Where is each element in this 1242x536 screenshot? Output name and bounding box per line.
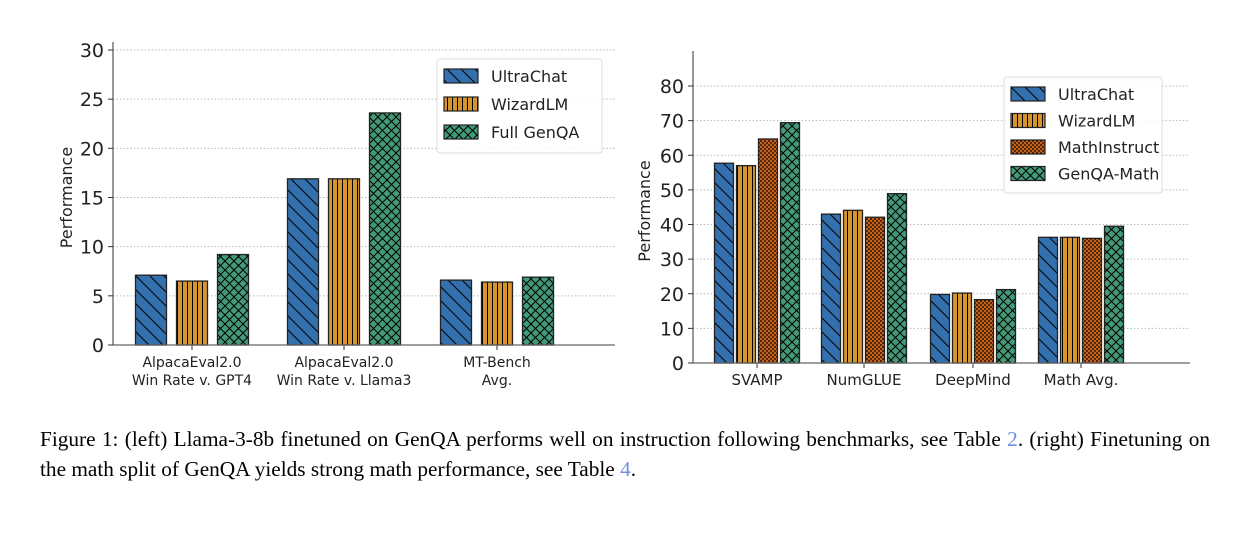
- y-tick-label: 20: [660, 284, 684, 306]
- y-tick-label: 30: [80, 40, 104, 62]
- legend-swatch-hatch: [1010, 165, 1046, 182]
- bar-hatch: [951, 292, 973, 364]
- legend-swatch-hatch: [443, 96, 479, 112]
- legend-label: MathInstruct: [1058, 138, 1159, 157]
- bar-hatch: [327, 178, 361, 346]
- legend-swatch-hatch: [1010, 112, 1046, 129]
- bar-hatch: [995, 288, 1017, 364]
- bar-hatch: [1059, 236, 1081, 364]
- legend: UltraChat WizardLM Full GenQA: [436, 58, 603, 154]
- y-tick-label: 70: [660, 111, 684, 133]
- y-tick-label: 10: [80, 237, 104, 259]
- legend-swatch-hatch: [443, 68, 479, 84]
- x-tick-label: SVAMP: [731, 371, 782, 389]
- y-tick-label: 40: [660, 215, 684, 237]
- legend-label: WizardLM: [491, 95, 568, 114]
- x-tick-label: AlpacaEval2.0: [294, 355, 393, 371]
- legend-swatch-hatch: [1010, 139, 1046, 155]
- x-tick-label: NumGLUE: [826, 371, 901, 389]
- caption-text-3: .: [630, 457, 637, 481]
- y-tick-label: 60: [660, 145, 684, 167]
- y-tick-label: 10: [660, 318, 684, 340]
- legend-label: UltraChat: [1058, 85, 1134, 104]
- table-ref-link[interactable]: 4: [620, 457, 631, 481]
- bar-hatch: [757, 138, 779, 364]
- x-tick-label: Win Rate v. Llama3: [277, 373, 412, 389]
- y-tick-label: 50: [660, 180, 684, 202]
- legend-label: UltraChat: [491, 67, 567, 86]
- x-tick-label: Win Rate v. GPT4: [132, 373, 252, 389]
- bar-hatch: [1037, 236, 1059, 364]
- y-tick-label: 0: [92, 335, 104, 357]
- bar-hatch: [134, 274, 168, 346]
- x-tick-label: DeepMind: [935, 371, 1011, 389]
- bar-hatch: [735, 164, 757, 364]
- y-tick-label: 15: [80, 188, 104, 210]
- caption-text-1: Figure 1: (left) Llama-3-8b finetuned on…: [40, 427, 1008, 451]
- bar-hatch: [1103, 225, 1125, 364]
- figure-caption: Figure 1: (left) Llama-3-8b finetuned on…: [40, 424, 1210, 484]
- table-ref-link[interactable]: 2: [1007, 427, 1018, 451]
- x-tick-label: Avg.: [482, 373, 512, 389]
- y-tick-label: 20: [80, 138, 104, 160]
- bar-hatch: [368, 112, 402, 346]
- bar-hatch: [439, 279, 473, 346]
- bar-hatch: [175, 280, 209, 346]
- legend-label: WizardLM: [1058, 112, 1135, 131]
- bar-hatch: [820, 213, 842, 364]
- bar-hatch: [216, 253, 250, 346]
- legend: UltraChat WizardLM MathInstruct GenQA-Math: [1003, 76, 1163, 194]
- y-axis-label: Performance: [57, 147, 76, 248]
- legend-label: Full GenQA: [491, 123, 579, 142]
- bar-hatch: [713, 162, 735, 364]
- bar-hatch: [480, 281, 514, 346]
- legend-swatch-hatch: [1010, 86, 1046, 102]
- y-tick-label: 30: [660, 249, 684, 271]
- bar-hatch: [973, 298, 995, 364]
- figure-charts: 0 5 10 15 20 25 30 Performance AlpacaEval2.0 Win …: [57, 40, 1190, 389]
- bar-hatch: [286, 178, 320, 346]
- x-tick-label: AlpacaEval2.0: [142, 355, 241, 371]
- legend-swatch-hatch: [443, 124, 479, 140]
- bar-hatch: [886, 193, 908, 364]
- bar-hatch: [1081, 237, 1103, 364]
- y-tick-label: 25: [80, 89, 104, 111]
- x-tick-label: MT-Bench: [463, 355, 531, 371]
- y-axis-label: Performance: [635, 160, 654, 261]
- y-tick-label: 5: [92, 286, 104, 308]
- bar-hatch: [929, 293, 951, 364]
- x-tick-label: Math Avg.: [1044, 371, 1119, 389]
- legend-label: GenQA-Math: [1058, 165, 1159, 184]
- y-tick-label: 80: [660, 76, 684, 98]
- y-tick-label: 0: [672, 353, 684, 375]
- bar-hatch: [521, 276, 555, 346]
- chart-right: 0 10 20 30 40 50 60 70 80 Performance SVAMP NumGLUE…: [635, 51, 1190, 389]
- bar-hatch: [779, 122, 801, 364]
- bar-hatch: [864, 216, 886, 364]
- chart-left: 0 5 10 15 20 25 30 Performance AlpacaEval2.0 Win …: [57, 40, 615, 389]
- bar-hatch: [842, 209, 864, 364]
